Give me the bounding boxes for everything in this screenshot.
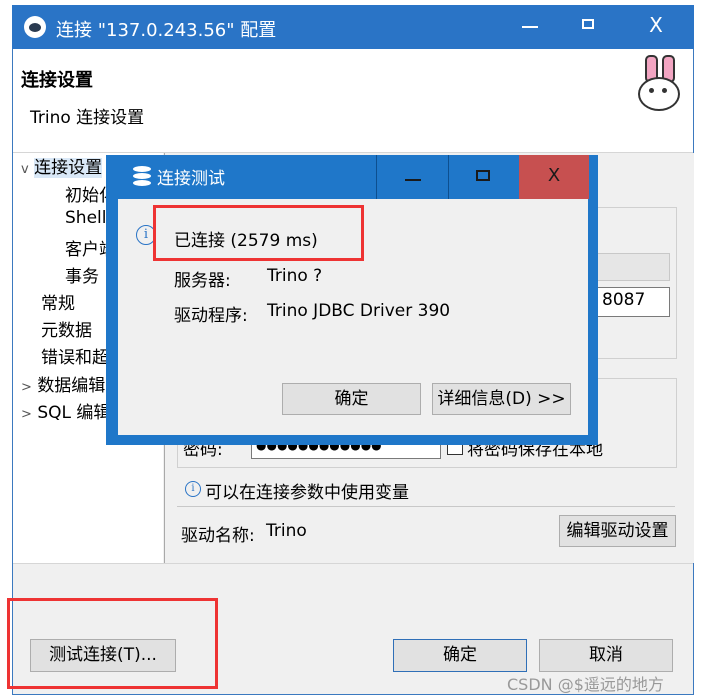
maximize-button[interactable] (560, 5, 620, 49)
minimize-icon (405, 179, 421, 181)
chevron-right-icon: > (21, 407, 32, 422)
window-title: 连接 "137.0.243.56" 配置 (56, 20, 277, 41)
minimize-button[interactable] (500, 5, 560, 49)
settings-header: 连接设置 Trino 连接设置 (13, 49, 693, 153)
dialog-title: 连接测试 (157, 169, 225, 189)
rabbit-mascot-icon (635, 55, 683, 113)
sidebar-item-general[interactable]: 常规 (41, 289, 75, 314)
database-icon (133, 166, 151, 188)
info-icon: i (185, 481, 201, 497)
edit-driver-button[interactable]: 编辑驱动设置 (559, 515, 676, 547)
sidebar-item-sql-editor[interactable]: > SQL 编辑 (21, 398, 110, 423)
connection-test-dialog: 连接测试 X i 已连接 (2579 ms) 服务器: Trino ? 驱动程序… (106, 155, 598, 445)
window-titlebar[interactable]: 连接 "137.0.243.56" 配置 X (12, 5, 694, 49)
details-button[interactable]: 详细信息(D) >> (432, 383, 571, 415)
sidebar-item-label: SQL 编辑 (37, 403, 111, 423)
close-icon: X (649, 13, 663, 37)
maximize-icon (582, 19, 594, 29)
host-field[interactable] (595, 253, 670, 281)
port-value: 8087 (602, 290, 646, 310)
sidebar-item-connection[interactable]: v 连接设置 (21, 153, 103, 178)
minimize-icon (522, 26, 538, 28)
sidebar-item-metadata[interactable]: 元数据 (41, 316, 92, 341)
page-title: 连接设置 (21, 70, 93, 91)
driver-label: 驱动程序: (174, 306, 248, 326)
chevron-down-icon: v (21, 162, 29, 177)
chevron-right-icon: > (21, 380, 32, 395)
driver-value: Trino JDBC Driver 390 (267, 301, 451, 321)
footer-divider (13, 563, 693, 564)
port-field[interactable]: 8087 (595, 287, 670, 317)
variables-hint: 可以在连接参数中使用变量 (205, 483, 409, 503)
sidebar-item-shell[interactable]: Shell (65, 208, 106, 228)
server-label: 服务器: (174, 271, 231, 291)
maximize-icon (476, 170, 490, 181)
panel-divider (177, 506, 675, 507)
watermark: CSDN @$遥远的地方 (507, 675, 664, 694)
sidebar-item-transactions[interactable]: 事务 (65, 262, 99, 287)
sidebar-item-errors[interactable]: 错误和超 (41, 343, 109, 368)
sidebar-item-label: 数据编辑 (37, 376, 106, 396)
server-value: Trino ? (267, 266, 323, 286)
dialog-ok-button[interactable]: 确定 (282, 383, 421, 415)
highlight-connection-status (153, 205, 364, 261)
ok-button[interactable]: 确定 (393, 639, 527, 672)
highlight-test-button (7, 598, 218, 689)
cancel-button[interactable]: 取消 (539, 639, 673, 672)
page-subtitle: Trino 连接设置 (30, 108, 145, 128)
dialog-minimize-button[interactable] (377, 155, 449, 199)
driver-label: 驱动名称: (181, 526, 255, 546)
close-icon: X (547, 165, 561, 186)
sidebar-item-data-editor[interactable]: > 数据编辑 (21, 371, 105, 396)
sidebar-item-label: 连接设置 (34, 158, 103, 178)
app-logo-icon (24, 16, 46, 38)
close-button[interactable]: X (626, 5, 686, 49)
driver-value: Trino (266, 521, 307, 541)
dialog-maximize-button[interactable] (449, 155, 521, 199)
dialog-close-button[interactable]: X (519, 155, 589, 199)
